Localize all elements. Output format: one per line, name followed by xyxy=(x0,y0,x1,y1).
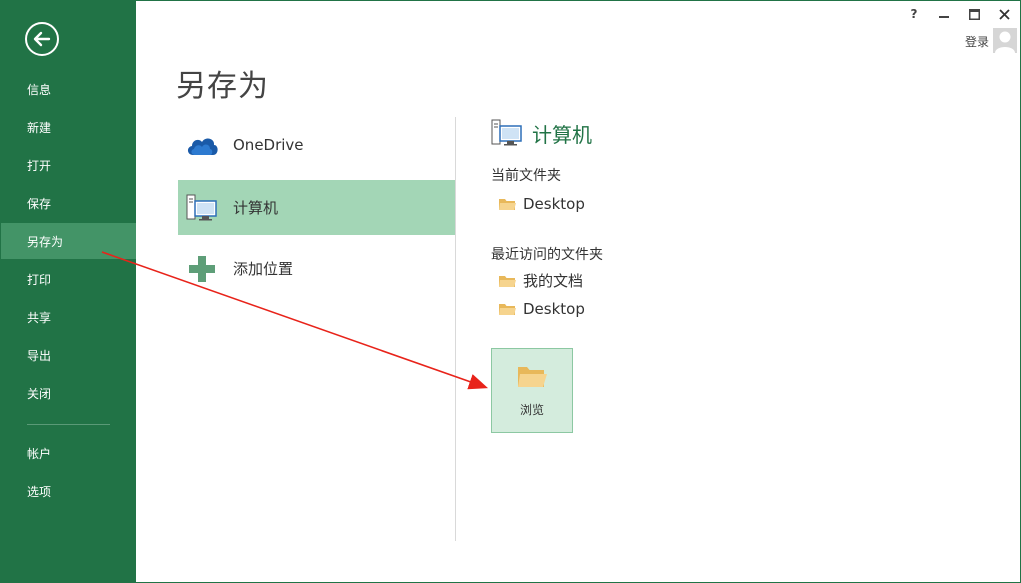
current-folder-label: 当前文件夹 xyxy=(491,168,561,184)
nav-label: 共享 xyxy=(27,310,52,325)
minimize-button[interactable] xyxy=(936,6,952,22)
computer-icon xyxy=(184,190,220,226)
nav-item-open[interactable]: 打开 xyxy=(1,147,136,183)
nav-label: 帐户 xyxy=(27,446,52,461)
nav-item-account[interactable]: 帐户 xyxy=(1,435,136,471)
nav-label: 打印 xyxy=(27,272,52,287)
close-button[interactable] xyxy=(996,6,1012,22)
folder-icon xyxy=(499,199,516,210)
computer-icon xyxy=(491,119,522,146)
backstage-sidebar: 信息 新建 打开 保存 另存为 打印 共享 导出 关闭 帐户 选项 xyxy=(1,1,136,582)
nav-label: 选项 xyxy=(27,484,52,499)
folder-label: Desktop xyxy=(523,195,585,213)
nav-label: 打开 xyxy=(27,158,52,173)
place-label: OneDrive xyxy=(233,135,304,154)
minimize-icon xyxy=(939,16,949,18)
annotation-arrow-icon xyxy=(101,251,489,390)
close-icon xyxy=(998,8,1010,20)
place-label: 计算机 xyxy=(233,199,279,217)
panel-divider xyxy=(455,117,456,541)
nav-item-share[interactable]: 共享 xyxy=(1,299,136,335)
folder-icon xyxy=(499,275,516,287)
computer-section-header: 计算机 xyxy=(491,117,592,149)
place-label: 添加位置 xyxy=(233,260,294,278)
browse-button[interactable]: 浏览 xyxy=(491,348,573,433)
recent-folders-label: 最近访问的文件夹 xyxy=(491,247,603,263)
nav-label: 新建 xyxy=(27,120,52,135)
avatar[interactable] xyxy=(993,28,1017,53)
folder-label: Desktop xyxy=(523,300,585,318)
page-title: 另存为 xyxy=(176,69,269,104)
sign-in-link[interactable]: 登录 xyxy=(965,33,989,50)
nav-item-new[interactable]: 新建 xyxy=(1,109,136,145)
cloud-icon xyxy=(184,127,220,163)
nav-item-export[interactable]: 导出 xyxy=(1,337,136,373)
folder-item-current-desktop[interactable]: Desktop xyxy=(499,195,585,213)
nav-item-save[interactable]: 保存 xyxy=(1,185,136,221)
maximize-icon xyxy=(968,8,980,20)
nav-label: 关闭 xyxy=(27,386,52,401)
folder-icon xyxy=(499,304,516,315)
help-button[interactable]: ? xyxy=(906,6,922,22)
folder-item-recent-desktop[interactable]: Desktop xyxy=(499,300,585,318)
browse-label: 浏览 xyxy=(519,403,544,417)
back-arrow-icon xyxy=(33,31,51,47)
folder-item-my-documents[interactable]: 我的文档 xyxy=(499,270,583,291)
nav-label: 保存 xyxy=(27,196,52,211)
user-silhouette-icon xyxy=(995,31,1015,53)
folder-open-icon xyxy=(518,367,547,387)
excel-backstage-window: 信息 新建 打开 保存 另存为 打印 共享 导出 关闭 帐户 选项 ? 登录 另… xyxy=(0,0,1021,583)
nav-label: 导出 xyxy=(27,348,52,363)
section-title: 计算机 xyxy=(532,122,592,147)
help-icon: ? xyxy=(910,7,918,21)
nav-item-print[interactable]: 打印 xyxy=(1,261,136,297)
nav-item-save-as[interactable]: 另存为 xyxy=(1,223,136,259)
nav-item-info[interactable]: 信息 xyxy=(1,71,136,107)
plus-icon xyxy=(184,251,220,287)
nav-divider xyxy=(27,424,110,425)
nav-item-close[interactable]: 关闭 xyxy=(1,375,136,411)
nav-label: 另存为 xyxy=(27,234,64,249)
nav-item-options[interactable]: 选项 xyxy=(1,473,136,509)
place-computer[interactable]: 计算机 xyxy=(178,180,455,235)
place-add-location[interactable]: 添加位置 xyxy=(178,241,455,296)
back-button[interactable] xyxy=(25,22,59,56)
window-controls: ? xyxy=(906,6,1012,22)
nav-label: 信息 xyxy=(27,82,52,97)
folder-label: 我的文档 xyxy=(523,272,584,290)
place-onedrive[interactable]: OneDrive xyxy=(178,117,455,172)
maximize-button[interactable] xyxy=(966,6,982,22)
